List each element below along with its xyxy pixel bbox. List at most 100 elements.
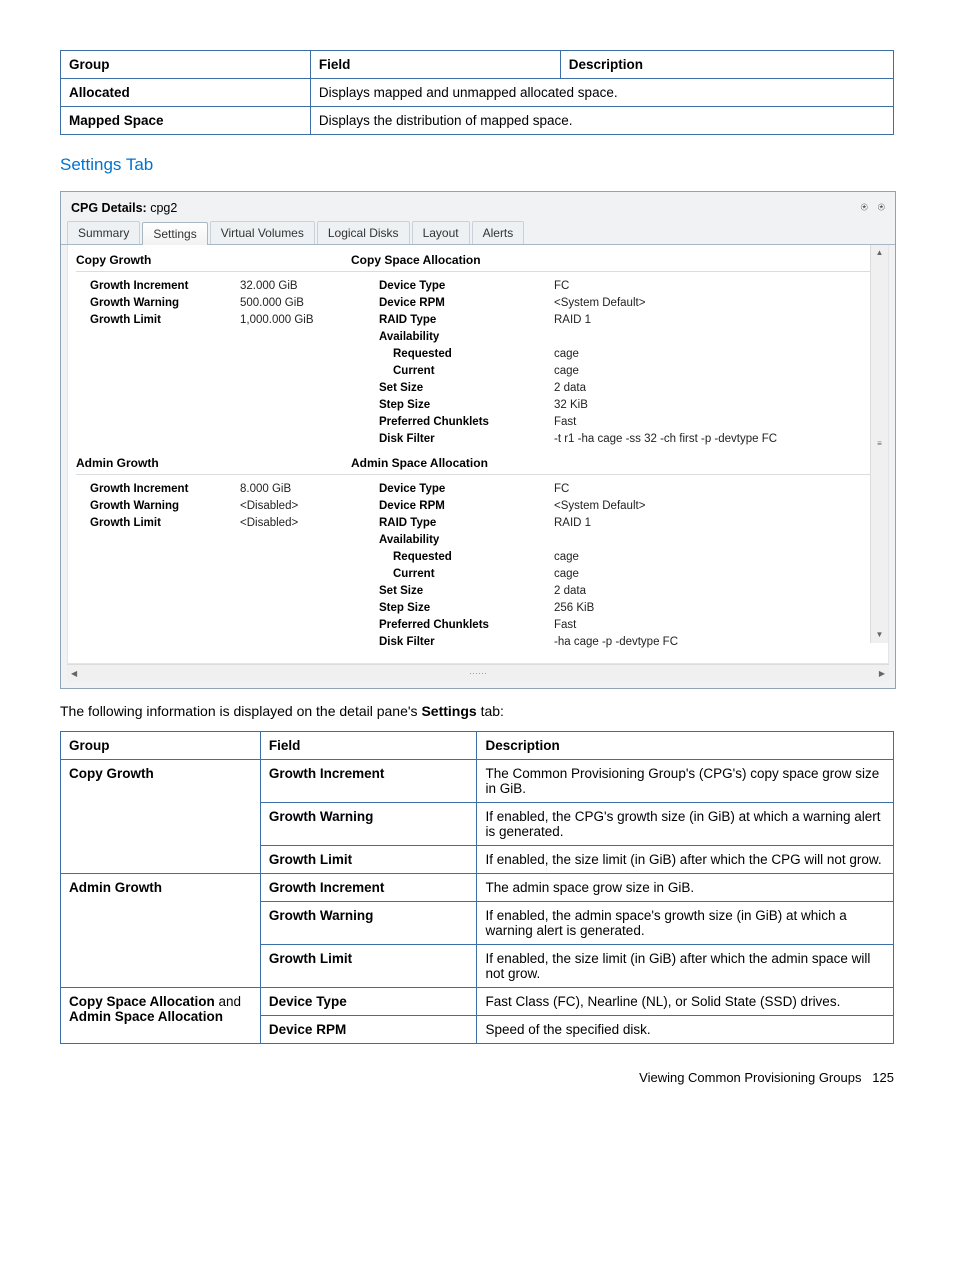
tab-layout[interactable]: Layout [412, 221, 470, 244]
tab-logical-disks[interactable]: Logical Disks [317, 221, 410, 244]
csa-diskfilter-label: Disk Filter [379, 431, 554, 448]
admin-space-alloc-heading: Admin Space Allocation [351, 456, 880, 475]
table-row: Copy Space Allocation and Admin Space Al… [61, 988, 894, 1016]
asa-avail-label: Availability [379, 532, 554, 549]
collapse-up-icon[interactable]: ⍟ [861, 200, 868, 215]
ag-gi-label: Growth Increment [90, 481, 240, 498]
asa-cur-label: Current [379, 566, 554, 583]
tab-settings[interactable]: Settings [142, 222, 207, 245]
cg-gw-value: 500.000 GiB [240, 295, 365, 312]
panel-title: CPG Details: cpg2 [71, 201, 177, 215]
csa-stepsize-value: 32 KiB [554, 397, 854, 414]
ag-gl-label: Growth Limit [90, 515, 240, 532]
scroll-grip-h-icon[interactable]: ⋯⋯ [469, 668, 487, 679]
scroll-left-icon[interactable]: ◀ [71, 669, 77, 678]
csa-setsize-value: 2 data [554, 380, 854, 397]
t2-h-field: Field [260, 732, 477, 760]
t2-r6-group: Copy Space Allocation and Admin Space Al… [61, 988, 261, 1044]
csa-cur-label: Current [379, 363, 554, 380]
scroll-grip-icon[interactable]: ≡ [877, 438, 882, 450]
settings-tab-para: The following information is displayed o… [60, 703, 894, 719]
ag-gi-value: 8.000 GiB [240, 481, 365, 498]
csa-req-label: Requested [379, 346, 554, 363]
footer-page: 125 [872, 1070, 894, 1085]
asa-diskfilter-value: -ha cage -p -devtype FC [554, 634, 854, 651]
t2-h-group: Group [61, 732, 261, 760]
asa-stepsize-value: 256 KiB [554, 600, 854, 617]
footer-text: Viewing Common Provisioning Groups [639, 1070, 861, 1085]
scroll-down-icon[interactable]: ▼ [876, 629, 884, 641]
csa-cur-value: cage [554, 363, 854, 380]
t2-r6-group-and: and [215, 994, 241, 1009]
asa-stepsize-label: Step Size [379, 600, 554, 617]
scroll-up-icon[interactable]: ▲ [876, 247, 884, 259]
csa-diskfilter-value: -t r1 -ha cage -ss 32 -ch first -p -devt… [554, 431, 854, 448]
page-footer: Viewing Common Provisioning Groups 125 [60, 1070, 894, 1085]
asa-cur-value: cage [554, 566, 854, 583]
tab-summary[interactable]: Summary [67, 221, 140, 244]
t2-r0-desc: The Common Provisioning Group's (CPG's) … [477, 760, 894, 803]
csa-avail-label: Availability [379, 329, 554, 346]
cg-gi-value: 32.000 GiB [240, 278, 365, 295]
asa-req-label: Requested [379, 549, 554, 566]
t2-r1-field: Growth Warning [260, 803, 477, 846]
t2-r4-field: Growth Warning [260, 902, 477, 945]
cg-gw-label: Growth Warning [90, 295, 240, 312]
para-b: tab: [477, 703, 504, 719]
t2-r6-field: Device Type [260, 988, 477, 1016]
asa-raid-value: RAID 1 [554, 515, 854, 532]
table-row: Mapped Space Displays the distribution o… [61, 107, 894, 135]
t1-h-group: Group [61, 51, 311, 79]
csa-devrpm-value: <System Default> [554, 295, 854, 312]
t1-r0-group: Allocated [61, 79, 311, 107]
ag-gl-value: <Disabled> [240, 515, 365, 532]
scroll-right-icon[interactable]: ▶ [879, 669, 885, 678]
tab-virtual-volumes[interactable]: Virtual Volumes [210, 221, 315, 244]
admin-growth-heading: Admin Growth [76, 456, 351, 475]
t1-h-desc: Description [560, 51, 893, 79]
t2-r7-desc: Speed of the specified disk. [477, 1016, 894, 1044]
t1-r1-combined: Displays the distribution of mapped spac… [310, 107, 893, 135]
settings-tab-heading: Settings Tab [60, 155, 894, 175]
asa-devtype-value: FC [554, 481, 854, 498]
csa-stepsize-label: Step Size [379, 397, 554, 414]
asa-devrpm-value: <System Default> [554, 498, 854, 515]
table-row: Admin Growth Growth Increment The admin … [61, 874, 894, 902]
collapse-down-icon[interactable]: ⍟ [878, 200, 885, 215]
csa-prefchunk-label: Preferred Chunklets [379, 414, 554, 431]
table-row: Allocated Displays mapped and unmapped a… [61, 79, 894, 107]
t2-r0-group: Copy Growth [61, 760, 261, 874]
t2-r6-group-b1: Copy Space Allocation [69, 994, 215, 1009]
asa-devtype-label: Device Type [379, 481, 554, 498]
asa-prefchunk-label: Preferred Chunklets [379, 617, 554, 634]
csa-raid-label: RAID Type [379, 312, 554, 329]
para-a: The following information is displayed o… [60, 703, 421, 719]
asa-devrpm-label: Device RPM [379, 498, 554, 515]
t2-r4-desc: If enabled, the admin space's growth siz… [477, 902, 894, 945]
panel-body: Copy Growth Copy Space Allocation Growth… [67, 245, 889, 664]
csa-devtype-label: Device Type [379, 278, 554, 295]
t2-r5-field: Growth Limit [260, 945, 477, 988]
para-bold: Settings [421, 703, 476, 719]
t2-r6-desc: Fast Class (FC), Nearline (NL), or Solid… [477, 988, 894, 1016]
csa-setsize-label: Set Size [379, 380, 554, 397]
copy-space-alloc-heading: Copy Space Allocation [351, 253, 880, 272]
table-row: Copy Growth Growth Increment The Common … [61, 760, 894, 803]
cpg-details-panel: CPG Details: cpg2 ⍟ ⍟ Summary Settings V… [60, 191, 896, 689]
t2-h-desc: Description [477, 732, 894, 760]
tab-alerts[interactable]: Alerts [472, 221, 525, 244]
cg-gl-label: Growth Limit [90, 312, 240, 329]
csa-devrpm-label: Device RPM [379, 295, 554, 312]
t1-r0-combined: Displays mapped and unmapped allocated s… [310, 79, 893, 107]
panel-title-prefix: CPG Details: [71, 201, 150, 215]
csa-raid-value: RAID 1 [554, 312, 854, 329]
asa-prefchunk-value: Fast [554, 617, 854, 634]
horizontal-scrollbar[interactable]: ◀ ⋯⋯ ▶ [67, 664, 889, 682]
table-header-top: Group Field Description Allocated Displa… [60, 50, 894, 135]
copy-growth-block: Growth Increment Growth Warning Growth L… [76, 278, 880, 448]
vertical-scrollbar[interactable]: ▲ ≡ ▼ [870, 245, 888, 643]
t2-r3-desc: The admin space grow size in GiB. [477, 874, 894, 902]
panel-title-name: cpg2 [150, 201, 177, 215]
tab-bar: Summary Settings Virtual Volumes Logical… [61, 221, 895, 245]
cg-gi-label: Growth Increment [90, 278, 240, 295]
